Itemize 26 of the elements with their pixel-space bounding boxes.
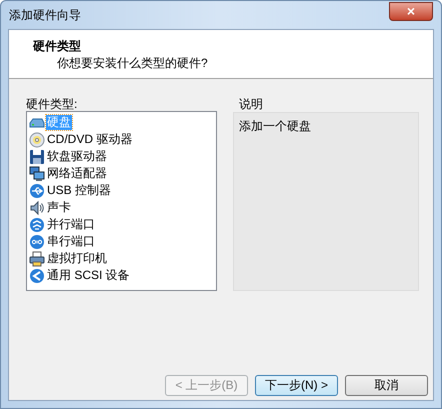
binary-port-icon (29, 234, 45, 250)
list-item[interactable]: USB 控制器 (46, 183, 112, 198)
speaker-icon (29, 200, 45, 216)
floppy-icon (29, 148, 45, 164)
list-item[interactable]: 通用 SCSI 设备 (46, 268, 131, 283)
list-item[interactable]: CD/DVD 驱动器 (46, 132, 134, 147)
list-item[interactable]: 网络适配器 (46, 166, 108, 181)
header-title: 硬件类型 (33, 38, 81, 54)
description-label: 说明 (238, 97, 263, 111)
printer-icon (29, 250, 45, 266)
disc-icon (29, 132, 45, 148)
header-subtitle: 你想要安装什么类型的硬件? (56, 55, 208, 72)
dialog-button[interactable]: 下一步(N) > (255, 375, 338, 396)
list-item[interactable]: 串行端口 (46, 234, 96, 249)
window-title: 添加硬件向导 (9, 7, 81, 24)
usb-icon (29, 182, 45, 198)
dialog-button[interactable]: 取消 (345, 375, 428, 396)
list-item[interactable]: 并行端口 (46, 217, 96, 232)
list-label: 硬件类型: (26, 97, 78, 111)
list-item[interactable]: 声卡 (46, 200, 72, 215)
network-icon (29, 166, 45, 182)
port-icon (29, 216, 45, 232)
list-item[interactable]: 虚拟打印机 (46, 251, 108, 266)
description-text: 添加一个硬盘 (239, 119, 311, 133)
hardware-list[interactable]: 硬盘 CD/DVD 驱动器 软盘驱动器 网络适配器 USB 控制器 声卡 并行端口 串行端口 虚拟打印机 通用 SCSI 设备 (26, 111, 217, 291)
list-item[interactable]: 软盘驱动器 (46, 149, 108, 164)
